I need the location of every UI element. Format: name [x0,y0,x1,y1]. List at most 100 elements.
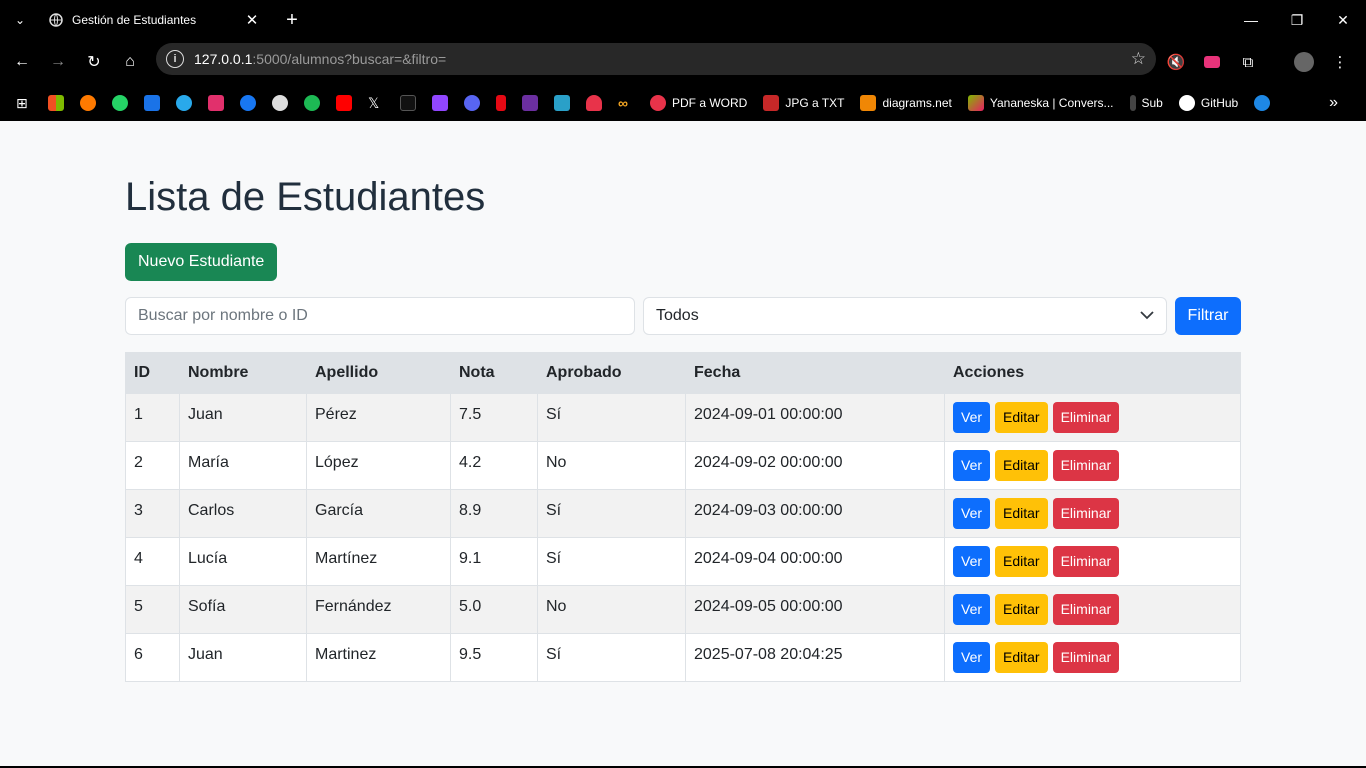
view-button[interactable]: Ver [953,402,991,433]
address-bar[interactable]: i 127.0.0.1 :5000/alumnos?buscar=&filtro… [156,43,1156,75]
fecha-value: 2024-09-02 00:00:00 [694,453,843,471]
filter-button[interactable]: Filtrar [1175,297,1241,335]
extension-icon[interactable] [1194,44,1230,80]
muted-speaker-icon[interactable]: 🔇 [1158,44,1194,80]
view-button[interactable]: Ver [953,498,991,529]
app-l-icon[interactable] [554,94,570,111]
whatsapp-icon[interactable] [112,94,128,111]
new-tab-icon[interactable]: + [280,8,304,32]
cell-apellido: Pérez [306,393,451,442]
facebook-icon[interactable] [240,94,256,111]
view-button[interactable]: Ver [953,450,991,481]
fecha-value: 2024-09-03 00:00:00 [694,501,843,519]
restore-icon[interactable]: ❐ [1274,0,1320,40]
id-value: 1 [134,405,143,423]
home-icon[interactable]: ⌂ [112,44,148,80]
edit-button[interactable]: Editar [995,402,1048,433]
edit-button[interactable]: Editar [995,546,1048,577]
edit-button[interactable]: Editar [995,498,1048,529]
close-tab-icon[interactable]: ✕ [244,12,260,29]
search-input[interactable]: Buscar por nombre o ID [125,297,635,335]
bookmark-diagrams[interactable]: diagrams.net [860,94,952,111]
delete-button[interactable]: Eliminar [1052,450,1120,481]
edit-button[interactable]: Editar [995,594,1048,625]
new-student-button[interactable]: Nuevo Estudiante [125,243,278,281]
filter-select-value: Todos [656,307,699,324]
spotify-icon[interactable] [304,94,320,111]
delete-button[interactable]: Eliminar [1052,546,1120,577]
menu-icon[interactable]: ⋮ [1322,44,1358,80]
back-icon[interactable]: ← [4,44,40,80]
cell-nota: 8.9 [450,489,538,538]
minimize-icon[interactable]: — [1228,0,1274,40]
bookmark-sub[interactable]: Sub [1129,94,1163,111]
header-aprobado: Aprobado [537,352,686,394]
instagram-icon[interactable] [208,94,224,111]
cell-apellido: Fernández [306,585,451,634]
cell-acciones: Ver Editar Eliminar [944,441,1241,490]
x-icon[interactable]: 𝕏 [368,95,384,111]
id-value: 6 [134,645,143,663]
view-button[interactable]: Ver [953,594,991,625]
reload-icon[interactable]: ↻ [76,44,112,80]
table-header-row: ID Nombre Apellido Nota Aprobado Fecha A… [125,352,1241,394]
delete-button[interactable]: Eliminar [1052,498,1120,529]
aprobado-value: No [546,597,567,615]
infinity-icon[interactable]: ∞ [618,95,634,111]
app-icon[interactable] [144,94,160,111]
close-window-icon[interactable]: ✕ [1320,0,1366,40]
chatgpt-icon[interactable] [272,94,288,111]
filter-select[interactable]: Todos [643,297,1167,335]
bookmark-github[interactable]: GitHub [1178,94,1238,111]
delete-button[interactable]: Eliminar [1052,642,1120,673]
profile-avatar-icon[interactable] [1286,44,1322,80]
header-id: ID [125,352,180,394]
bookmark-pdf-a-word[interactable]: PDF a WORD [650,94,747,111]
row-actions: Ver Editar Eliminar [953,402,1232,433]
bookmark-star-icon[interactable]: ☆ [1131,49,1146,69]
cell-nombre: Juan [179,393,307,442]
tab-active[interactable]: Gestión de Estudiantes ✕ [36,4,272,36]
site-info-icon[interactable]: i [166,50,184,68]
view-button[interactable]: Ver [953,642,991,673]
microsoft-icon[interactable] [48,94,64,111]
extensions-puzzle-icon[interactable]: ⧉ [1230,44,1266,80]
page-title: Lista de Estudiantes [125,175,486,219]
table-row: 6 Juan Martinez 9.5 Sí 2025-07-08 20:04:25 Ver… [125,633,1241,682]
cell-nombre: María [179,441,307,490]
table-row: 1 Juan Pérez 7.5 Sí 2024-09-01 00:00:00 Ver Edi… [125,393,1241,442]
forward-icon[interactable]: → [40,44,76,80]
bookmark-yananeska[interactable]: Yananeska | Convers... [967,94,1114,111]
bookmark-jpg-a-txt[interactable]: JPG a TXT [763,94,844,111]
apellido-value: Pérez [315,405,357,423]
row-actions: Ver Editar Eliminar [953,594,1232,625]
delete-button[interactable]: Eliminar [1052,594,1120,625]
aprobado-value: Sí [546,405,562,423]
cell-id: 6 [125,633,180,682]
app-m-icon[interactable] [522,94,538,111]
apps-grid-icon[interactable]: ⊞ [16,95,32,111]
cell-nota: 9.5 [450,633,538,682]
firefox-icon[interactable] [80,94,96,111]
discord-icon[interactable] [464,94,480,111]
cell-acciones: Ver Editar Eliminar [944,393,1241,442]
edit-button[interactable]: Editar [995,450,1048,481]
app-bell-icon[interactable] [586,94,602,111]
cell-fecha: 2024-09-01 00:00:00 [685,393,945,442]
app-blue-icon[interactable] [1254,94,1271,111]
netflix-icon[interactable] [496,94,506,111]
twitch-icon[interactable] [432,94,448,111]
tiktok-icon[interactable] [400,94,416,111]
table-row: 3 Carlos García 8.9 Sí 2024-09-03 00:00:00 Ver… [125,489,1241,538]
delete-button[interactable]: Eliminar [1052,402,1120,433]
youtube-icon[interactable] [336,94,352,111]
telegram-icon[interactable] [176,94,192,111]
cell-aprobado: Sí [537,537,686,586]
edit-button[interactable]: Editar [995,642,1048,673]
more-bookmarks-icon[interactable]: » [1329,94,1338,112]
tab-search-icon[interactable]: ⌄ [0,0,40,40]
cell-apellido: García [306,489,451,538]
tab-bar: ⌄ Gestión de Estudiantes ✕ + — ❐ ✕ [0,0,1366,40]
view-button[interactable]: Ver [953,546,991,577]
nombre-value: Carlos [188,501,235,519]
